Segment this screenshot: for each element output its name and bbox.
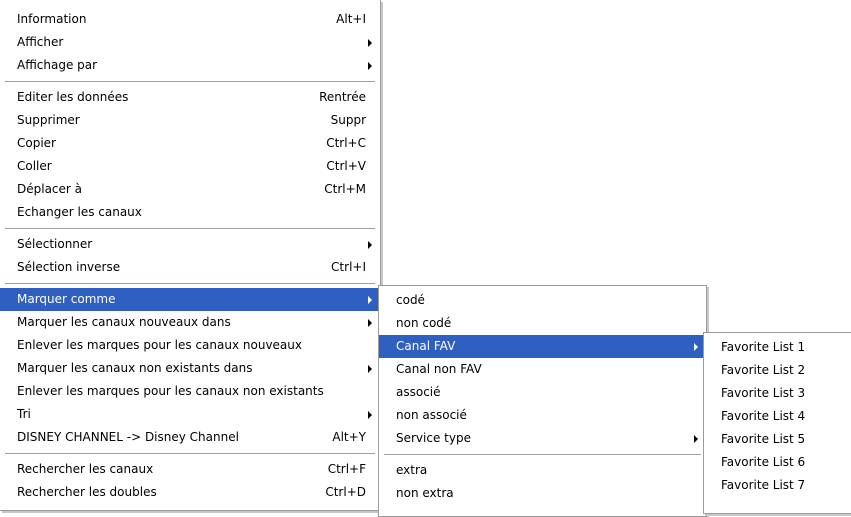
submenu-marquer-comme: codé non codé Canal FAV Canal non FAV as…	[378, 285, 707, 517]
submenu-item-favorite-list-2[interactable]: Favorite List 2	[704, 359, 851, 382]
shortcut-label: Ctrl+I	[331, 260, 366, 274]
submenu-item-canal-fav[interactable]: Canal FAV	[379, 335, 706, 358]
submenu-arrow-icon	[368, 319, 372, 327]
submenu-item-non-extra[interactable]: non extra	[379, 482, 706, 505]
menu-item-label: Afficher	[17, 35, 64, 49]
submenu-favorite-lists: Favorite List 1 Favorite List 2 Favorite…	[703, 332, 851, 514]
submenu-item-associe[interactable]: associé	[379, 381, 706, 404]
submenu-item-favorite-list-4[interactable]: Favorite List 4	[704, 405, 851, 428]
menu-item-deplacer[interactable]: Déplacer à Ctrl+M	[0, 178, 380, 201]
submenu-arrow-icon	[694, 435, 698, 443]
menu-item-label: Enlever les marques pour les canaux non …	[17, 384, 324, 398]
menu-item-label: Coller	[17, 159, 52, 173]
menu-item-enlever-non-existants[interactable]: Enlever les marques pour les canaux non …	[0, 380, 380, 403]
context-menu: Information Alt+I Afficher Affichage par…	[0, 0, 381, 511]
shortcut-label: Ctrl+M	[324, 182, 366, 196]
menu-item-label: Favorite List 7	[721, 478, 806, 492]
menu-item-selection-inverse[interactable]: Sélection inverse Ctrl+I	[0, 256, 380, 279]
menu-separator	[379, 450, 706, 459]
menu-item-label: Echanger les canaux	[17, 205, 142, 219]
shortcut-label: Rentrée	[319, 90, 366, 104]
menu-item-label: DISNEY CHANNEL -> Disney Channel	[17, 430, 239, 444]
menu-item-label: non codé	[396, 316, 452, 330]
menu-item-label: Marquer les canaux non existants dans	[17, 361, 253, 375]
submenu-arrow-icon	[694, 343, 698, 351]
menu-item-label: Favorite List 5	[721, 432, 806, 446]
submenu-item-extra[interactable]: extra	[379, 459, 706, 482]
menu-item-label: Affichage par	[17, 58, 98, 72]
menu-item-afficher[interactable]: Afficher	[0, 31, 380, 54]
menu-item-label: codé	[396, 293, 425, 307]
menu-item-label: Information	[17, 12, 87, 26]
menu-item-tri[interactable]: Tri	[0, 403, 380, 426]
menu-item-label: Favorite List 2	[721, 363, 806, 377]
menu-item-rename-disney[interactable]: DISNEY CHANNEL -> Disney Channel Alt+Y	[0, 426, 380, 449]
menu-item-label: Favorite List 3	[721, 386, 806, 400]
submenu-arrow-icon	[368, 241, 372, 249]
menu-separator	[0, 279, 380, 288]
menu-item-label: Favorite List 1	[721, 340, 806, 354]
menu-item-marquer-non-existants[interactable]: Marquer les canaux non existants dans	[0, 357, 380, 380]
shortcut-label: Suppr	[330, 113, 366, 127]
submenu-item-favorite-list-7[interactable]: Favorite List 7	[704, 474, 851, 497]
menu-item-rechercher-canaux[interactable]: Rechercher les canaux Ctrl+F	[0, 458, 380, 481]
menu-separator	[0, 449, 380, 458]
menu-item-marquer-comme[interactable]: Marquer comme	[0, 288, 380, 311]
menu-item-label: Sélection inverse	[17, 260, 121, 274]
menu-item-label: Favorite List 6	[721, 455, 806, 469]
menu-item-label: Marquer comme	[17, 292, 116, 306]
menu-separator	[0, 224, 380, 233]
submenu-item-code[interactable]: codé	[379, 289, 706, 312]
menu-item-selectionner[interactable]: Sélectionner	[0, 233, 380, 256]
menu-item-label: Sélectionner	[17, 237, 93, 251]
submenu-item-non-associe[interactable]: non associé	[379, 404, 706, 427]
menu-item-label: associé	[396, 385, 441, 399]
menu-item-supprimer[interactable]: Supprimer Suppr	[0, 109, 380, 132]
shortcut-label: Ctrl+D	[325, 485, 366, 499]
submenu-item-favorite-list-6[interactable]: Favorite List 6	[704, 451, 851, 474]
submenu-item-favorite-list-3[interactable]: Favorite List 3	[704, 382, 851, 405]
submenu-arrow-icon	[368, 411, 372, 419]
submenu-item-non-code[interactable]: non codé	[379, 312, 706, 335]
menu-item-label: Rechercher les doubles	[17, 485, 157, 499]
menu-item-label: Tri	[17, 407, 31, 421]
menu-item-marquer-nouveaux[interactable]: Marquer les canaux nouveaux dans	[0, 311, 380, 334]
submenu-item-favorite-list-5[interactable]: Favorite List 5	[704, 428, 851, 451]
menu-item-information[interactable]: Information Alt+I	[0, 8, 380, 31]
menu-item-affichage-par[interactable]: Affichage par	[0, 54, 380, 77]
submenu-arrow-icon	[368, 365, 372, 373]
shortcut-label: Ctrl+V	[326, 159, 366, 173]
submenu-arrow-icon	[368, 39, 372, 47]
menu-separator	[0, 77, 380, 86]
submenu-item-canal-non-fav[interactable]: Canal non FAV	[379, 358, 706, 381]
menu-item-rechercher-doubles[interactable]: Rechercher les doubles Ctrl+D	[0, 481, 380, 504]
shortcut-label: Alt+I	[336, 12, 366, 26]
menu-item-label: Favorite List 4	[721, 409, 806, 423]
menu-item-enlever-nouveaux[interactable]: Enlever les marques pour les canaux nouv…	[0, 334, 380, 357]
menu-item-coller[interactable]: Coller Ctrl+V	[0, 155, 380, 178]
menu-item-label: Supprimer	[17, 113, 80, 127]
menu-item-echanger[interactable]: Echanger les canaux	[0, 201, 380, 224]
menu-item-copier[interactable]: Copier Ctrl+C	[0, 132, 380, 155]
menu-item-label: non associé	[396, 408, 467, 422]
menu-item-editer[interactable]: Editer les données Rentrée	[0, 86, 380, 109]
menu-item-label: Editer les données	[17, 90, 129, 104]
menu-item-label: Déplacer à	[17, 182, 83, 196]
menu-item-label: Service type	[396, 431, 471, 445]
submenu-item-favorite-list-1[interactable]: Favorite List 1	[704, 336, 851, 359]
submenu-item-service-type[interactable]: Service type	[379, 427, 706, 450]
submenu-arrow-icon	[368, 62, 372, 70]
shortcut-label: Ctrl+C	[326, 136, 366, 150]
menu-item-label: Enlever les marques pour les canaux nouv…	[17, 338, 302, 352]
shortcut-label: Alt+Y	[332, 430, 366, 444]
menu-item-label: Rechercher les canaux	[17, 462, 154, 476]
menu-item-label: Marquer les canaux nouveaux dans	[17, 315, 231, 329]
menu-item-label: Copier	[17, 136, 56, 150]
menu-item-label: Canal FAV	[396, 339, 456, 353]
menu-item-label: Canal non FAV	[396, 362, 482, 376]
submenu-arrow-icon	[368, 296, 372, 304]
menu-item-label: extra	[396, 463, 428, 477]
shortcut-label: Ctrl+F	[327, 462, 366, 476]
